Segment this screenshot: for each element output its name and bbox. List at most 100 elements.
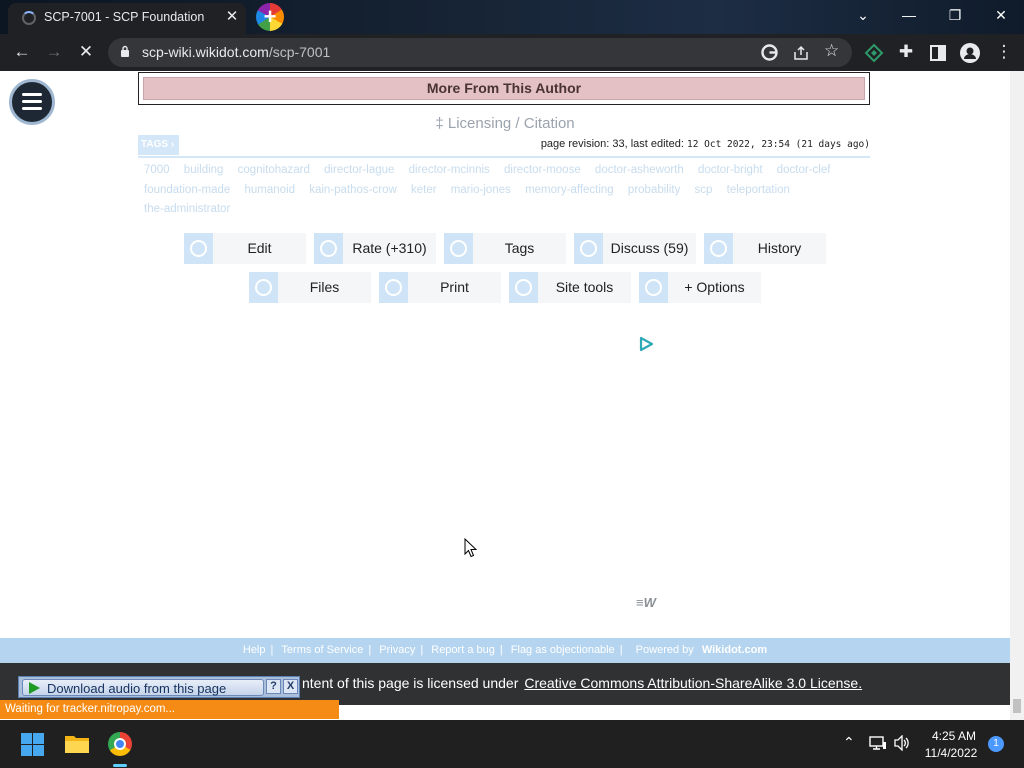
tag-link[interactable]: cognitohazard <box>238 161 310 181</box>
tag-link[interactable]: building <box>184 161 224 181</box>
tab-search-chevron-icon[interactable]: ⌄ <box>840 0 886 30</box>
tags-badge: TAGS › <box>138 135 179 155</box>
scrollbar-thumb[interactable] <box>1013 699 1021 713</box>
tags-divider <box>138 156 870 158</box>
tag-icon <box>444 233 473 264</box>
chrome-taskbar-icon[interactable] <box>108 732 132 756</box>
footer-help-link[interactable]: Help <box>243 644 266 656</box>
tag-link[interactable]: kain-pathos-crow <box>309 181 397 201</box>
footer-privacy-link[interactable]: Privacy <box>379 644 415 656</box>
ad-play-icon[interactable] <box>638 336 654 352</box>
more-from-author-label: More From This Author <box>143 77 865 100</box>
tag-link[interactable]: probability <box>628 181 680 201</box>
restore-button[interactable]: ❐ <box>932 0 978 30</box>
page-scrollbar[interactable] <box>1010 71 1024 720</box>
more-from-author-box[interactable]: More From This Author <box>138 72 870 105</box>
rate-button[interactable]: Rate (+310) <box>314 233 436 264</box>
edit-icon <box>184 233 213 264</box>
status-bubble: Waiting for tracker.nitropay.com... <box>0 700 339 719</box>
url-text: scp-wiki.wikidot.com/scp-7001 <box>142 44 331 60</box>
footer-report-bug-link[interactable]: Report a bug <box>431 644 495 656</box>
download-audio-button[interactable]: Download audio from this page <box>22 679 264 696</box>
play-icon <box>29 682 40 694</box>
new-tab-rainbow-icon[interactable]: + <box>256 3 284 31</box>
history-clock-icon <box>704 233 733 264</box>
audio-help-button[interactable]: ? <box>266 679 281 694</box>
tag-link[interactable]: keter <box>411 181 437 201</box>
tag-link[interactable]: humanoid <box>245 181 296 201</box>
discuss-button[interactable]: Discuss (59) <box>574 233 696 264</box>
tag-link[interactable]: mario-jones <box>451 181 511 201</box>
extensions-puzzle-icon[interactable]: ✚ <box>894 40 918 64</box>
tag-link[interactable]: doctor-bright <box>698 161 763 181</box>
printer-icon <box>379 272 408 303</box>
extension-diamond-icon[interactable] <box>864 43 884 63</box>
cc-license-link[interactable]: Creative Commons Attribution-ShareAlike … <box>524 675 862 691</box>
gear-icon <box>509 272 538 303</box>
footer-terms-link[interactable]: Terms of Service <box>281 644 363 656</box>
files-button[interactable]: Files <box>249 272 371 303</box>
tray-chevron-up-icon[interactable]: ⌃ <box>843 734 855 751</box>
tag-link[interactable]: teleportation <box>727 181 790 201</box>
more-menu-icon[interactable]: ⋮ <box>992 40 1016 64</box>
close-window-button[interactable]: ✕ <box>978 0 1024 30</box>
tab-title: SCP-7001 - SCP Foundation <box>44 10 205 24</box>
wikidot-link[interactable]: Wikidot.com <box>702 644 767 656</box>
tag-link[interactable]: director-moose <box>504 161 581 181</box>
tag-link[interactable]: director-mcinnis <box>409 161 490 181</box>
windows-taskbar: ⌃ 4:25 AM 11/4/2022 1 <box>0 720 1024 768</box>
lock-icon <box>121 45 129 57</box>
files-icon <box>249 272 278 303</box>
address-bar[interactable]: scp-wiki.wikidot.com/scp-7001 ☆ <box>108 38 852 67</box>
clock-date[interactable]: 11/4/2022 <box>920 746 982 760</box>
active-app-indicator <box>113 764 127 767</box>
network-icon[interactable] <box>869 735 887 751</box>
loading-spinner-icon <box>22 11 36 25</box>
volume-icon[interactable] <box>893 735 911 751</box>
page-revision-info: page revision: 33, last edited: 12 Oct 2… <box>540 138 870 150</box>
edit-button[interactable]: Edit <box>184 233 306 264</box>
footer-links-bar: Help | Terms of Service | Privacy | Report … <box>0 638 1010 663</box>
tag-link[interactable]: doctor-asheworth <box>595 161 684 181</box>
plus-icon: + <box>263 4 277 29</box>
tab-active[interactable]: SCP-7001 - SCP Foundation ✕ <box>8 3 246 34</box>
history-button[interactable]: History <box>704 233 826 264</box>
rate-icon <box>314 233 343 264</box>
tag-link[interactable]: doctor-clef <box>777 161 831 181</box>
licensing-citation-link[interactable]: ‡ Licensing / Citation <box>0 115 1010 132</box>
tags-button[interactable]: Tags <box>444 233 566 264</box>
print-button[interactable]: Print <box>379 272 501 303</box>
tag-list: 7000 building cognitohazard director-lag… <box>144 161 872 220</box>
license-text: ntent of this page is licensed under Crea… <box>302 675 863 691</box>
profile-avatar-icon[interactable] <box>960 43 980 63</box>
tag-link[interactable]: memory-affecting <box>525 181 614 201</box>
side-panel-icon[interactable] <box>930 45 946 61</box>
google-lens-icon[interactable] <box>761 44 778 61</box>
windows-start-icon[interactable] <box>21 733 44 756</box>
wikidot-logo-icon: ≡W <box>636 595 656 610</box>
clock-time[interactable]: 4:25 AM <box>926 729 982 743</box>
site-tools-button[interactable]: Site tools <box>509 272 631 303</box>
share-icon[interactable] <box>793 45 809 61</box>
audio-close-button[interactable]: X <box>283 679 298 694</box>
tag-link[interactable]: foundation-made <box>144 181 230 201</box>
audio-widget: Download audio from this page ? X <box>18 676 300 698</box>
minimize-button[interactable]: — <box>886 0 932 30</box>
tag-link[interactable]: the-administrator <box>144 200 230 220</box>
stop-loading-icon[interactable]: ✕ <box>74 40 98 64</box>
browser-tab-strip: SCP-7001 - SCP Foundation ✕ + ⌄ — ❐ ✕ <box>0 0 1024 34</box>
file-explorer-folder-icon[interactable] <box>64 733 90 754</box>
footer-flag-link[interactable]: Flag as objectionable <box>511 644 615 656</box>
notification-badge[interactable]: 1 <box>988 736 1004 752</box>
forward-arrow-icon[interactable]: → <box>42 40 66 64</box>
discuss-icon <box>574 233 603 264</box>
options-button[interactable]: + Options <box>639 272 761 303</box>
powered-by-text: Powered by Wikidot.com <box>635 644 768 656</box>
tag-link[interactable]: scp <box>695 181 713 201</box>
tab-close-button[interactable]: ✕ <box>223 7 241 25</box>
bookmark-star-icon[interactable]: ☆ <box>824 41 839 61</box>
tag-link[interactable]: 7000 <box>144 161 170 181</box>
tag-link[interactable]: director-lague <box>324 161 394 181</box>
page-content: More From This Author ‡ Licensing / Cita… <box>0 71 1024 720</box>
back-arrow-icon[interactable]: ← <box>10 40 34 64</box>
